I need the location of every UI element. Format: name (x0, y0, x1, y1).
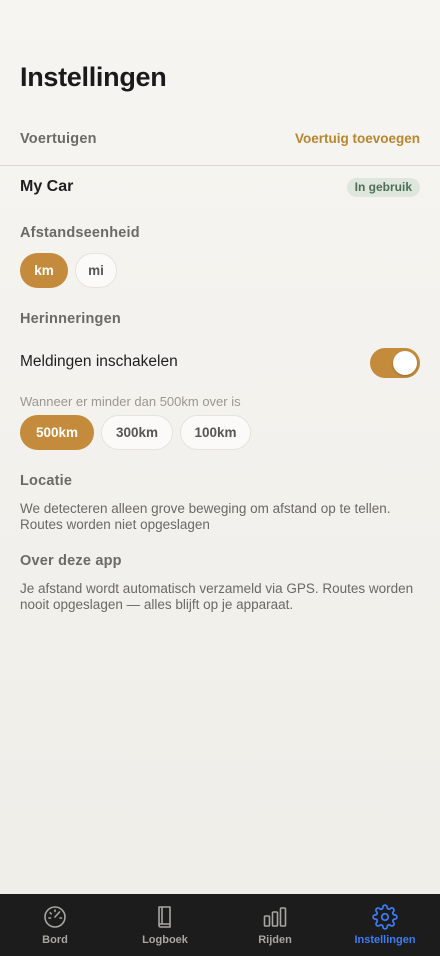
distance-unit-header: Afstandseenheid (20, 225, 140, 241)
gauge-icon (44, 906, 66, 928)
bar-chart-icon (263, 907, 287, 927)
about-description: Je afstand wordt automatisch verzameld v… (20, 581, 414, 612)
toggle-knob (393, 351, 417, 375)
gear-icon (372, 904, 398, 930)
add-vehicle-button[interactable]: Voertuig toevoegen (295, 131, 420, 146)
location-header: Locatie (20, 473, 73, 489)
notifications-toggle[interactable] (370, 348, 420, 378)
reminder-option-300km[interactable]: 300km (101, 415, 173, 450)
book-icon (158, 906, 171, 928)
tab-label: Bord (42, 934, 68, 946)
divider (0, 165, 440, 166)
location-description: We detecteren alleen grove beweging om a… (20, 501, 391, 532)
tab-label: Rijden (258, 934, 292, 946)
reminders-header: Herinneringen (20, 311, 121, 327)
status-badge: In gebruik (346, 178, 420, 197)
tab-bar: Bord Logboek Rijden Instellingen (0, 894, 440, 956)
tab-instellingen[interactable]: Instellingen (330, 894, 440, 956)
reminder-hint: Wanneer er minder dan 500km over is (20, 394, 241, 409)
vehicle-name[interactable]: My Car (20, 178, 73, 196)
reminder-option-100km[interactable]: 100km (180, 415, 251, 450)
page-title: Instellingen (20, 62, 167, 92)
tab-label: Logboek (142, 934, 188, 946)
notifications-toggle-label: Meldingen inschakelen (20, 353, 178, 370)
tab-logboek[interactable]: Logboek (110, 894, 220, 956)
tab-rijden[interactable]: Rijden (220, 894, 330, 956)
tab-label: Instellingen (354, 934, 416, 946)
vehicles-section-header: Voertuigen (20, 131, 97, 147)
unit-option-km[interactable]: km (20, 253, 68, 288)
tab-bord[interactable]: Bord (0, 894, 110, 956)
about-header: Over deze app (20, 553, 122, 569)
unit-option-mi[interactable]: mi (75, 253, 117, 288)
reminder-option-500km[interactable]: 500km (20, 415, 94, 450)
